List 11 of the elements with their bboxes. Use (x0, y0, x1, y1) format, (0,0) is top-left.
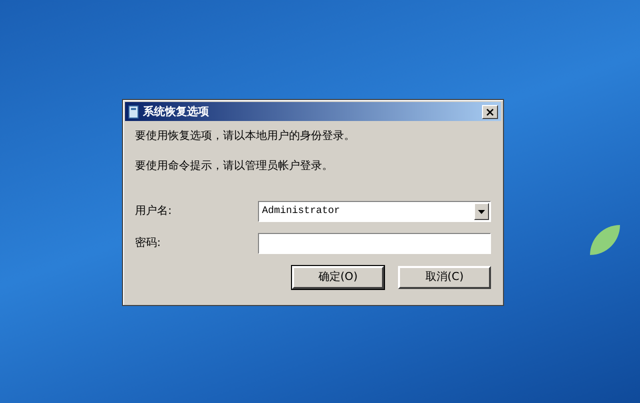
username-dropdown[interactable]: Administrator (258, 201, 491, 222)
password-field[interactable] (258, 233, 491, 254)
instruction-text: 要使用命令提示，请以管理员帐户登录。 (135, 159, 334, 173)
cancel-button[interactable]: 取消(C) (398, 266, 491, 289)
close-button[interactable]: × (482, 104, 498, 118)
username-label: 用户名: (135, 203, 173, 220)
ok-button[interactable]: 确定(O) (292, 266, 384, 289)
window-icon (128, 104, 139, 118)
instruction-text: 要使用恢复选项，请以本地用户的身份登录。 (135, 129, 356, 143)
window-title: 系统恢复选项 (143, 106, 209, 117)
password-label: 密码: (135, 235, 162, 252)
